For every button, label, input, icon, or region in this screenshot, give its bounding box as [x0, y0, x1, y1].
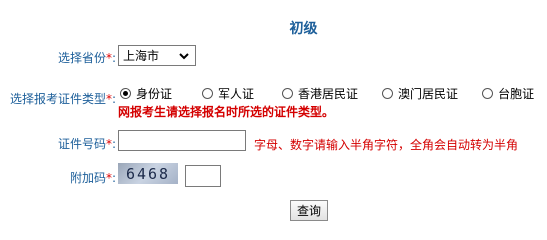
id-type-option-military[interactable]: 军人证 [202, 85, 254, 102]
id-type-warning: 网报考生请选择报名时所选的证件类型。 [118, 105, 335, 119]
id-number-hint: 字母、数字请输入半角字符，全角会自动转为半角 [254, 138, 519, 152]
id-type-radio-group: 身份证 军人证 香港居民证 澳门居民证 台胞证 [120, 85, 534, 102]
id-number-input[interactable] [118, 130, 246, 151]
captcha-label-row: 附加码*: [20, 169, 116, 186]
id-number-label-row: 证件号码*: [20, 135, 116, 152]
radio-selected-icon[interactable] [120, 88, 131, 99]
chevron-down-icon[interactable] [177, 49, 191, 63]
id-number-label: 证件号码 [57, 137, 106, 151]
radio-icon[interactable] [282, 88, 294, 99]
id-type-label: 选择报考证件类型 [9, 92, 106, 106]
label-colon: : [111, 92, 116, 106]
radio-icon[interactable] [202, 88, 214, 99]
id-type-option-hongkong[interactable]: 香港居民证 [282, 85, 358, 102]
label-colon: : [111, 171, 116, 185]
province-label-row: 选择省份*: [20, 49, 116, 66]
radio-icon[interactable] [482, 88, 494, 99]
id-type-option-taiwan[interactable]: 台胞证 [482, 85, 534, 102]
id-type-label-row: 选择报考证件类型*: [2, 90, 116, 107]
captcha-label: 附加码 [69, 171, 106, 185]
captcha-image[interactable]: 6468 [118, 163, 178, 184]
province-selected-value: 上海市 [123, 49, 160, 63]
query-button[interactable]: 查询 [290, 200, 328, 221]
exam-query-form: 初级 选择省份*: 上海市 选择报考证件类型*: 身份证 军人证 香港居民证 澳… [0, 0, 547, 237]
page-title: 初级 [289, 21, 318, 37]
captcha-input[interactable] [185, 165, 221, 187]
id-type-option-macau[interactable]: 澳门居民证 [382, 85, 458, 102]
id-type-option-label: 军人证 [218, 87, 255, 101]
radio-icon[interactable] [382, 88, 394, 99]
province-label: 选择省份 [57, 51, 106, 65]
id-type-option-label: 台胞证 [498, 87, 535, 101]
id-type-option-id-card[interactable]: 身份证 [120, 85, 172, 102]
label-colon: : [111, 137, 116, 151]
id-type-option-label: 澳门居民证 [398, 87, 459, 101]
label-colon: : [111, 51, 116, 65]
province-select[interactable]: 上海市 [118, 45, 196, 66]
id-type-option-label: 香港居民证 [298, 87, 359, 101]
id-type-option-label: 身份证 [136, 87, 173, 101]
